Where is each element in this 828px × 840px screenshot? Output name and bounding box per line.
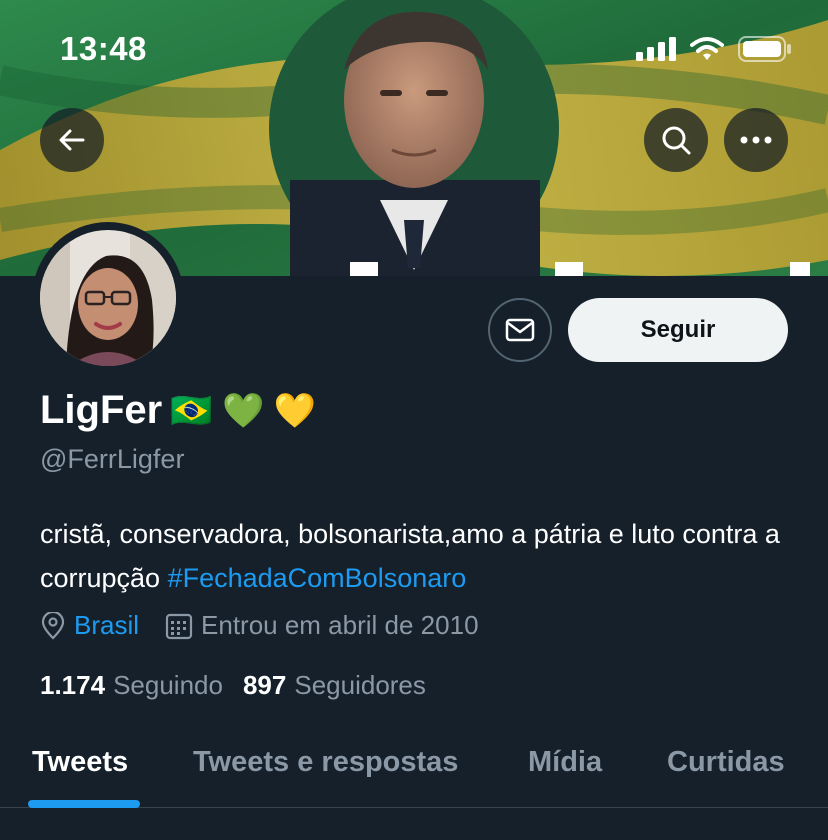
profile-bio: cristã, conservadora, bolsonarista,amo a… xyxy=(40,512,800,600)
tab-likes[interactable]: Curtidas xyxy=(667,746,785,779)
message-button[interactable] xyxy=(488,298,552,362)
bio-hashtag-link[interactable]: #FechadaComBolsonaro xyxy=(168,563,467,593)
followers-label[interactable]: Seguidores xyxy=(294,670,426,701)
status-bar: 13:48 xyxy=(0,0,828,100)
back-button[interactable] xyxy=(40,108,104,172)
battery-icon xyxy=(738,36,791,62)
tab-tweets-and-replies[interactable]: Tweets e respostas xyxy=(193,746,458,779)
avatar-image xyxy=(40,230,176,366)
more-button[interactable] xyxy=(724,108,788,172)
follow-stats: 1.174 Seguindo 897 Seguidores xyxy=(40,670,446,701)
calendar-icon xyxy=(165,613,193,639)
arrow-left-icon xyxy=(59,129,85,151)
search-button[interactable] xyxy=(644,108,708,172)
status-time: 13:48 xyxy=(60,30,147,67)
name-emojis: 🇧🇷 💚 💛 xyxy=(170,391,317,430)
location-item: Brasil xyxy=(40,610,139,641)
status-icons xyxy=(636,36,792,62)
followers-count[interactable]: 897 xyxy=(243,670,286,701)
location-pin-icon xyxy=(41,611,65,640)
joined-date: Entrou em abril de 2010 xyxy=(201,610,479,640)
display-name: LigFer 🇧🇷 💚 💛 xyxy=(40,388,316,433)
joined-item: Entrou em abril de 2010 xyxy=(165,610,479,641)
mail-icon xyxy=(505,318,535,342)
search-icon xyxy=(662,126,691,155)
active-tab-indicator xyxy=(28,800,140,808)
more-horizontal-icon xyxy=(740,136,772,144)
location-link[interactable]: Brasil xyxy=(74,610,139,641)
avatar[interactable] xyxy=(32,222,184,374)
profile-meta: Brasil Entrou em abril de 2010 xyxy=(40,610,505,641)
following-count[interactable]: 1.174 xyxy=(40,670,105,701)
wifi-icon xyxy=(690,37,724,60)
profile-handle: @FerrLigfer xyxy=(40,444,185,474)
following-label[interactable]: Seguindo xyxy=(113,670,223,701)
follow-button[interactable]: Seguir xyxy=(568,298,788,362)
profile-tabs: Tweets Tweets e respostas Mídia Curtidas xyxy=(0,730,828,808)
cellular-signal-icon xyxy=(636,37,676,61)
tab-media[interactable]: Mídia xyxy=(528,746,602,779)
tab-tweets[interactable]: Tweets xyxy=(32,746,128,779)
display-name-text: LigFer xyxy=(40,388,163,432)
